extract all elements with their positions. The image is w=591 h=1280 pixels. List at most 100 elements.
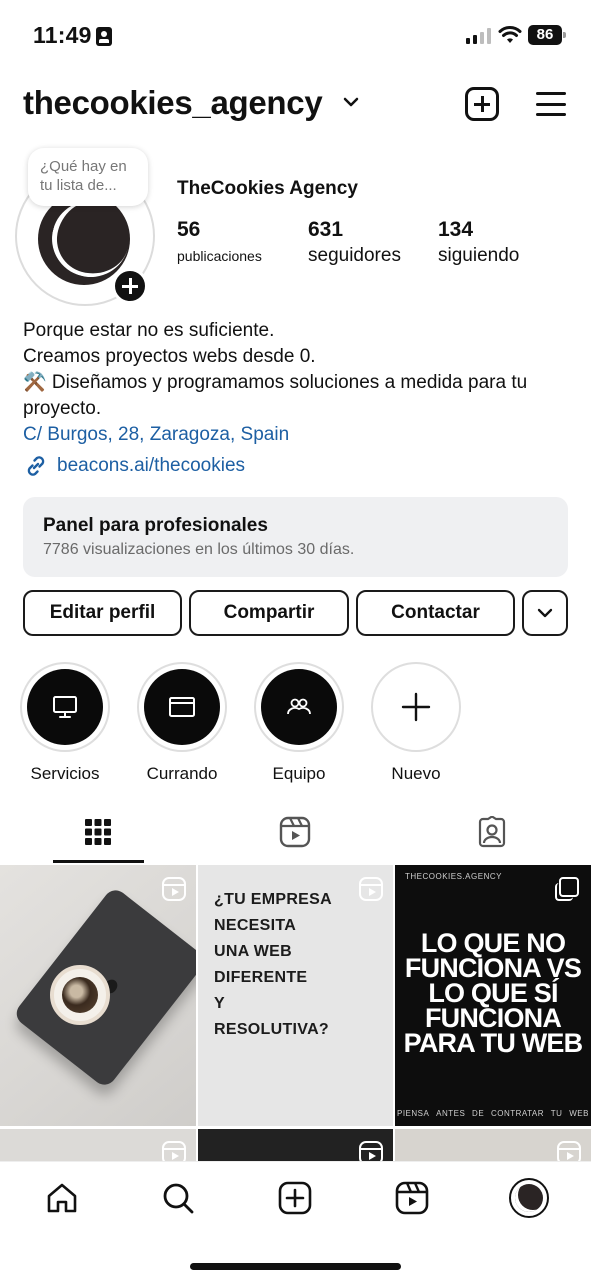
followers-count: 631 — [308, 218, 344, 241]
nav-create[interactable] — [273, 1176, 317, 1220]
dashboard-title: Panel para profesionales — [43, 515, 268, 536]
edit-profile-button[interactable]: Editar perfil — [23, 590, 182, 636]
footer-word: WEB — [569, 1109, 589, 1118]
battery-indicator: 86 — [528, 25, 566, 45]
posts-label: publicaciones — [177, 248, 262, 264]
link-icon — [27, 456, 45, 476]
profile-username[interactable]: thecookies_agency — [23, 84, 323, 122]
display-name: TheCookies Agency — [177, 178, 358, 199]
post-text-line: UNA WEB — [214, 943, 292, 960]
nav-reels[interactable] — [390, 1176, 434, 1220]
post-text-line: Y — [214, 995, 225, 1012]
professional-dashboard[interactable]: Panel para profesionales 7786 visualizac… — [23, 497, 568, 577]
create-post-icon[interactable] — [465, 87, 499, 121]
carousel-badge-icon — [555, 877, 579, 901]
footer-word: DE — [472, 1109, 485, 1118]
stat-following[interactable]: 134 siguiendo — [438, 218, 519, 267]
create-icon — [278, 1181, 312, 1215]
following-count: 134 — [438, 218, 474, 241]
nav-profile[interactable] — [507, 1176, 551, 1220]
note-text: ¿Qué hay en tu lista de... — [40, 158, 127, 194]
stat-posts[interactable]: 56 publicaciones — [177, 218, 262, 264]
post-brand-text: THECOOKIES.AGENCY — [405, 872, 502, 881]
post-thumbnail[interactable] — [0, 1129, 196, 1161]
plus-icon — [401, 692, 431, 722]
post-caption-text: ¿TU EMPRESA NECESITA UNA WEB DIFERENTE Y… — [214, 887, 332, 1043]
highlight-new[interactable]: Nuevo — [370, 662, 462, 784]
coffee-cup-photo — [50, 965, 110, 1025]
website-text: beacons.ai/thecookies — [57, 455, 246, 476]
reel-badge-icon — [162, 877, 186, 901]
chevron-down-icon — [537, 608, 553, 618]
highlight-cover — [378, 669, 454, 745]
posts-count: 56 — [177, 218, 201, 241]
highlight-servicios[interactable]: Servicios — [19, 662, 111, 784]
tab-posts-grid[interactable] — [78, 812, 118, 852]
grid-icon — [85, 819, 111, 845]
reels-icon — [279, 816, 311, 848]
highlight-ring — [371, 662, 461, 752]
reels-icon — [395, 1181, 429, 1215]
highlight-ring — [20, 662, 110, 752]
reel-badge-icon — [162, 1141, 186, 1161]
bio-line-3: ⚒️ Diseñamos y programamos soluciones a … — [23, 372, 528, 419]
stat-followers[interactable]: 631 seguidores — [308, 218, 401, 267]
tab-reels[interactable] — [275, 812, 315, 852]
bio-line-2: Creamos proyectos webs desde 0. — [23, 346, 316, 367]
active-tab-indicator — [53, 860, 144, 863]
post-thumbnail[interactable] — [0, 865, 196, 1126]
highlight-ring — [254, 662, 344, 752]
highlight-cover — [27, 669, 103, 745]
bio: Porque estar no es suficiente. Creamos p… — [23, 318, 568, 448]
home-icon — [47, 1183, 77, 1213]
highlight-label: Equipo — [272, 764, 326, 783]
contact-card-icon — [96, 27, 112, 46]
highlight-currando[interactable]: Currando — [136, 662, 228, 784]
reel-badge-icon — [557, 1141, 581, 1161]
post-thumbnail[interactable]: ¿TU EMPRESA NECESITA UNA WEB DIFERENTE Y… — [198, 865, 393, 1126]
reel-badge-icon — [359, 1141, 383, 1161]
footer-word: PIENSA — [397, 1109, 430, 1118]
status-time: 11:49 — [33, 22, 92, 48]
add-story-icon[interactable] — [112, 268, 148, 304]
bio-address-link[interactable]: C/ Burgos, 28, Zaragoza, Spain — [23, 422, 568, 448]
more-options-button[interactable] — [522, 590, 568, 636]
post-title-text: LO QUE NO FUNCIONA VS LO QUE SÍ FUNCIONA… — [403, 928, 583, 1058]
contact-button[interactable]: Contactar — [356, 590, 515, 636]
footer-word: TU — [550, 1109, 563, 1118]
bottom-navigation — [0, 1161, 591, 1280]
posts-grid: ¿TU EMPRESA NECESITA UNA WEB DIFERENTE Y… — [0, 865, 591, 1161]
profile-avatar — [509, 1178, 549, 1218]
share-profile-button[interactable]: Compartir — [189, 590, 349, 636]
tab-tagged[interactable] — [472, 812, 512, 852]
highlight-cover — [261, 669, 337, 745]
wifi-icon — [498, 26, 522, 43]
reel-badge-icon — [359, 877, 383, 901]
post-text-line: ¿TU EMPRESA — [214, 891, 332, 908]
post-thumbnail[interactable] — [198, 1129, 393, 1161]
following-label: siguiendo — [438, 245, 520, 266]
post-footer-text: PIENSA ANTES DE CONTRATAR TU WEB — [397, 1109, 589, 1118]
chevron-down-icon[interactable] — [342, 96, 360, 108]
post-text-line: RESOLUTIVA? — [214, 1021, 330, 1038]
post-text-line: DIFERENTE — [214, 969, 308, 986]
bio-website-link[interactable]: beacons.ai/thecookies — [23, 453, 245, 479]
group-icon — [287, 698, 311, 715]
followers-label: seguidores — [308, 245, 401, 266]
monitor-icon — [53, 696, 77, 718]
highlight-label: Nuevo — [391, 764, 441, 783]
post-thumbnail[interactable] — [395, 1129, 591, 1161]
search-icon — [163, 1183, 194, 1214]
window-icon — [169, 697, 195, 717]
cookie-logo — [38, 193, 130, 285]
nav-home[interactable] — [40, 1176, 84, 1220]
menu-icon[interactable] — [536, 92, 566, 116]
cellular-signal-icon — [466, 28, 491, 44]
highlight-equipo[interactable]: Equipo — [253, 662, 345, 784]
footer-word: ANTES — [436, 1109, 466, 1118]
nav-search[interactable] — [156, 1176, 200, 1220]
highlight-ring — [137, 662, 227, 752]
tagged-icon — [478, 816, 506, 848]
post-thumbnail[interactable]: THECOOKIES.AGENCY LO QUE NO FUNCIONA VS … — [395, 865, 591, 1126]
note-bubble[interactable]: ¿Qué hay en tu lista de... — [28, 148, 148, 206]
